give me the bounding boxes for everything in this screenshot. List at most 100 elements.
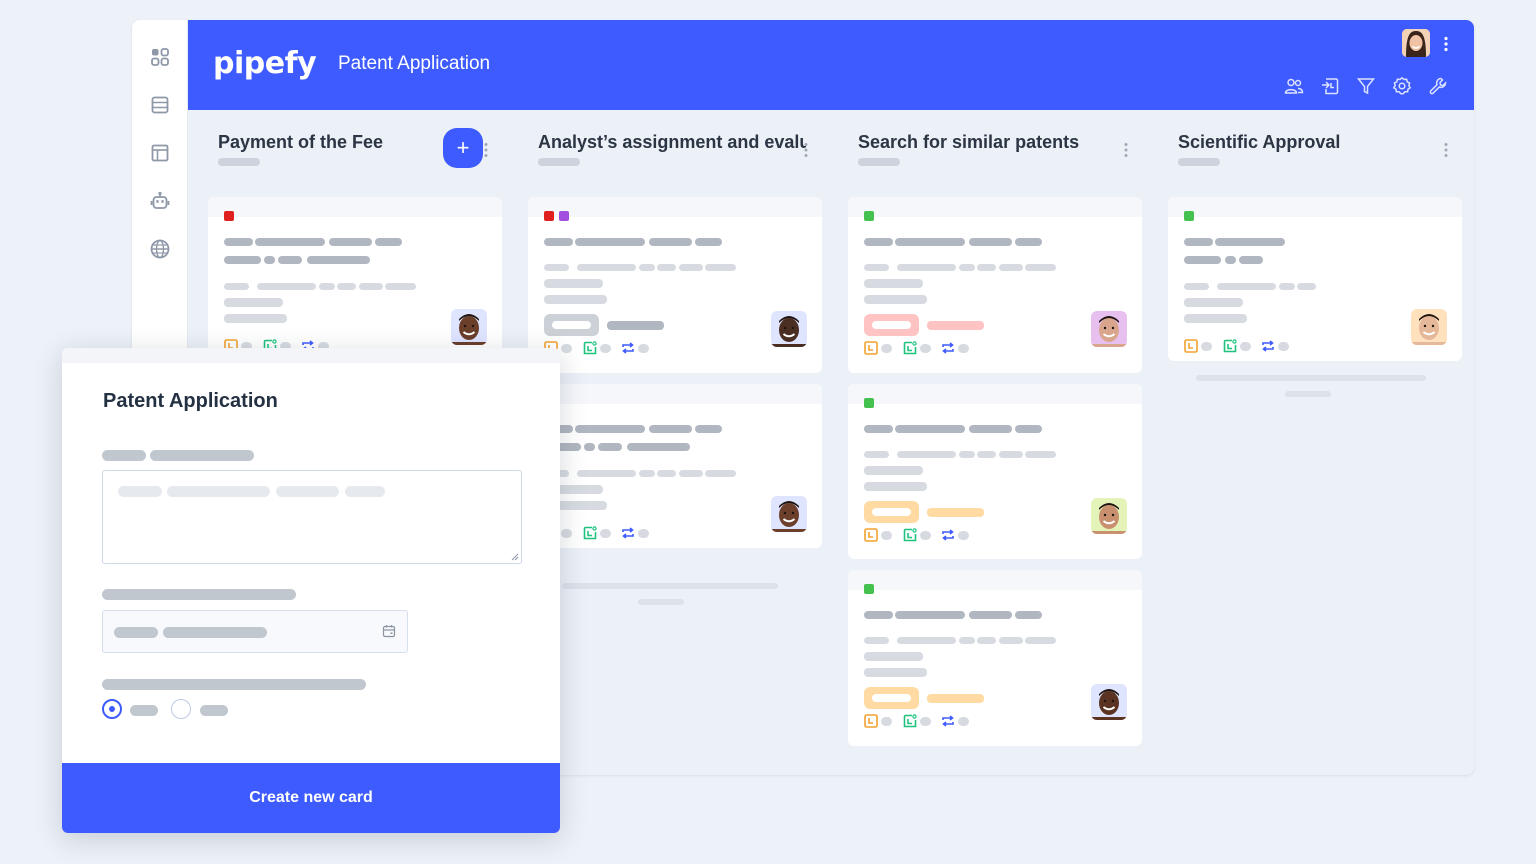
phase-title[interactable]: Search for similar patents — [858, 132, 1118, 153]
task-icon — [583, 341, 597, 355]
kanban-card[interactable] — [848, 384, 1142, 559]
card-field-placeholder — [224, 314, 287, 323]
meta-count-placeholder — [1240, 342, 1251, 351]
card-title-placeholder — [584, 443, 595, 451]
meta-count-placeholder — [638, 344, 649, 353]
globe-icon[interactable] — [150, 239, 170, 259]
phase-title[interactable]: Analyst’s assignment and evalu — [538, 132, 806, 153]
radio-label-placeholder — [200, 705, 228, 716]
card-label-tag — [864, 584, 874, 594]
card-title-placeholder — [864, 425, 893, 433]
add-card-button[interactable]: + — [443, 128, 483, 168]
card-title-placeholder — [1215, 238, 1285, 246]
card-field-placeholder — [977, 637, 996, 644]
card-field-placeholder — [385, 283, 416, 290]
field-label-placeholder — [102, 679, 366, 690]
resize-handle-icon[interactable] — [511, 553, 519, 561]
kanban-card[interactable] — [848, 197, 1142, 373]
kanban-card[interactable] — [1168, 197, 1462, 361]
card-field-placeholder — [577, 264, 636, 271]
phase-menu-icon[interactable] — [1444, 142, 1448, 158]
calendar-icon[interactable] — [382, 624, 396, 638]
card-header-strip — [528, 197, 822, 217]
meta-count-placeholder — [881, 717, 892, 726]
card-field-placeholder — [1025, 264, 1056, 271]
placeholder-text — [118, 486, 162, 497]
robot-icon[interactable] — [150, 191, 170, 211]
card-badge-inner — [872, 508, 911, 516]
create-new-card-button[interactable]: Create new card — [62, 763, 560, 833]
card-title-placeholder — [864, 611, 893, 619]
assignee-avatar[interactable] — [771, 311, 807, 347]
phase-title[interactable]: Scientific Approval — [1178, 132, 1438, 153]
sync-icon — [942, 715, 954, 727]
grid-icon[interactable] — [150, 47, 170, 67]
pipe-header: pipefy Patent Application — [188, 20, 1474, 110]
wrench-icon[interactable] — [1428, 76, 1448, 96]
card-badge — [864, 314, 919, 336]
column-footer-placeholder — [562, 583, 778, 589]
card-field-placeholder — [544, 279, 603, 288]
assignee-avatar[interactable] — [1091, 311, 1127, 347]
meta-count-placeholder — [561, 344, 572, 353]
card-header-strip — [848, 197, 1142, 217]
radio-option[interactable] — [171, 699, 191, 719]
card-title-placeholder — [264, 256, 275, 264]
kanban-card[interactable] — [208, 197, 502, 372]
placeholder-text — [163, 627, 267, 638]
meta-count-placeholder — [958, 531, 969, 540]
column-footer-placeholder — [1285, 391, 1331, 397]
assignee-avatar[interactable] — [1091, 498, 1127, 534]
card-title-placeholder — [1239, 256, 1263, 264]
meta-count-placeholder — [600, 344, 611, 353]
assignee-avatar[interactable] — [1091, 684, 1127, 720]
card-field-placeholder — [999, 637, 1023, 644]
card-badge — [864, 501, 919, 523]
card-field-placeholder — [864, 279, 923, 288]
card-field-placeholder — [639, 470, 655, 477]
card-badge-inner — [552, 321, 591, 329]
card-title-placeholder — [969, 611, 1012, 619]
card-title-placeholder — [575, 238, 645, 246]
card-badge-text-placeholder — [927, 508, 984, 517]
phase-menu-icon[interactable] — [1124, 142, 1128, 158]
user-avatar[interactable] — [1402, 29, 1430, 57]
card-field-placeholder — [959, 264, 975, 271]
settings-icon[interactable] — [1392, 76, 1412, 96]
card-title-placeholder — [864, 238, 893, 246]
card-field-placeholder — [864, 637, 889, 644]
date-input[interactable] — [102, 610, 408, 653]
assignee-avatar[interactable] — [771, 496, 807, 532]
import-icon[interactable] — [1320, 76, 1340, 96]
phase-count-placeholder — [538, 158, 580, 166]
meta-count-placeholder — [1278, 342, 1289, 351]
members-icon[interactable] — [1284, 76, 1304, 96]
assignee-avatar[interactable] — [451, 309, 487, 345]
layout-icon[interactable] — [150, 143, 170, 163]
card-field-placeholder — [657, 470, 676, 477]
card-field-placeholder — [257, 283, 316, 290]
description-textarea[interactable] — [102, 470, 522, 564]
filter-icon[interactable] — [1356, 76, 1376, 96]
more-options-icon[interactable] — [1444, 36, 1448, 52]
card-field-placeholder — [337, 283, 356, 290]
task-icon — [903, 341, 917, 355]
meta-count-placeholder — [600, 529, 611, 538]
card-field-placeholder — [1184, 283, 1209, 290]
card-header-strip — [208, 197, 502, 217]
database-icon[interactable] — [150, 95, 170, 115]
kanban-card[interactable] — [528, 197, 822, 373]
card-title-placeholder — [695, 425, 722, 433]
phase-title[interactable]: Payment of the Fee — [218, 132, 433, 153]
card-title-placeholder — [1225, 256, 1236, 264]
pipe-title[interactable]: Patent Application — [338, 53, 490, 75]
kanban-card[interactable] — [528, 384, 822, 548]
card-title-placeholder — [224, 256, 261, 264]
kanban-card[interactable] — [848, 570, 1142, 746]
phase-menu-icon[interactable] — [484, 142, 488, 158]
pipefy-logo[interactable]: pipefy — [213, 46, 317, 81]
assignee-avatar[interactable] — [1411, 309, 1447, 345]
radio-option-selected[interactable] — [102, 699, 122, 719]
card-field-placeholder — [1184, 298, 1243, 307]
phase-menu-icon[interactable] — [804, 142, 808, 158]
